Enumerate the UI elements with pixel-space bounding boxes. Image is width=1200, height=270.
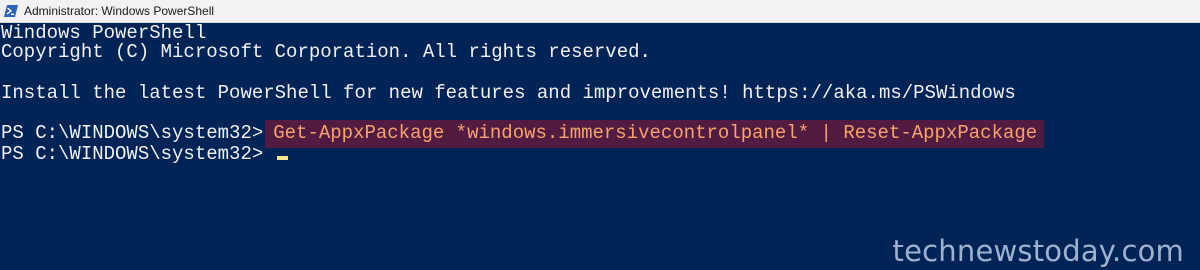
text-cursor [277,156,289,160]
console-area[interactable]: Windows PowerShell Copyright (C) Microso… [0,22,1200,270]
title-bar[interactable]: Administrator: Windows PowerShell [0,0,1200,23]
window-title: Administrator: Windows PowerShell [24,4,215,18]
banner-line-2: Copyright (C) Microsoft Corporation. All… [1,41,651,63]
watermark: technewstoday.com [892,234,1184,268]
powershell-icon [4,4,18,18]
powershell-window: Administrator: Windows PowerShell Window… [0,0,1200,270]
prompt-text: PS C:\WINDOWS\system32> [1,122,264,144]
install-message: Install the latest PowerShell for new fe… [1,82,1016,104]
command-text: Get-AppxPackage *windows.immersivecontro… [265,120,1045,148]
prompt-text: PS C:\WINDOWS\system32> [1,143,264,165]
command-line-2: PS C:\WINDOWS\system32> [1,142,289,166]
